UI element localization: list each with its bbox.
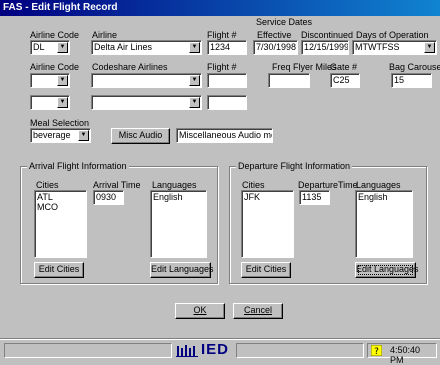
airline-select[interactable]: Delta Air Lines ▼ (91, 40, 202, 55)
departure-cities-list[interactable]: JFK (241, 190, 294, 258)
help-icon: ? (370, 344, 383, 357)
arrival-edit-languages-button[interactable]: Edit Languages (150, 262, 214, 278)
meal-value: beverage (33, 130, 71, 140)
svg-text:?: ? (374, 347, 379, 356)
departure-languages-label: Languages (356, 180, 401, 190)
status-panel-middle (236, 343, 364, 358)
service-dates-label: Service Dates (256, 17, 313, 27)
bag-carousel-label: Bag Carousel (389, 62, 440, 72)
discontinued-label: Discontinued (301, 30, 354, 40)
meal-select[interactable]: beverage ▼ (30, 128, 91, 143)
cancel-label: Cancel (243, 305, 272, 315)
days-of-operation-label: Days of Operation (356, 30, 429, 40)
chevron-down-icon[interactable]: ▼ (57, 75, 68, 86)
list-item[interactable]: English (153, 192, 204, 202)
codeshare-airline-select-1[interactable]: ▼ (91, 73, 202, 88)
window-title: FAS - Edit Flight Record (0, 0, 440, 16)
chevron-down-icon[interactable]: ▼ (189, 75, 200, 86)
arrival-time-input[interactable]: 0930 (93, 190, 124, 205)
meal-selection-label: Meal Selection (30, 118, 90, 128)
departure-edit-languages-button[interactable]: Edit Languages (355, 262, 419, 278)
airline-code-select[interactable]: DL ▼ (30, 40, 70, 55)
departure-edit-cities-button[interactable]: Edit Cities (241, 262, 291, 278)
misc-audio-button[interactable]: Misc Audio (111, 128, 170, 144)
codeshare-airline-code-label: Airline Code (30, 62, 80, 72)
logo-mark-icon (176, 343, 198, 358)
status-bar: IED ? 4:50:40 PM (0, 339, 440, 365)
chevron-down-icon[interactable]: ▼ (78, 130, 89, 141)
status-clock: 4:50:40 PM (390, 345, 421, 365)
codeshare-airline-code-select-2[interactable]: ▼ (30, 95, 70, 110)
codeshare-airlines-label: Codeshare Airlines (92, 62, 168, 72)
chevron-down-icon[interactable]: ▼ (57, 42, 68, 53)
codeshare-flight-input-2[interactable] (207, 95, 247, 110)
arrival-languages-label: Languages (152, 180, 197, 190)
effective-date-input[interactable]: 7/30/1998 (253, 40, 298, 55)
departure-cities-label: Cities (242, 180, 265, 190)
days-value: MTWTFSS (355, 42, 400, 52)
ok-button[interactable]: OK (175, 303, 225, 319)
list-item[interactable]: MCO (37, 202, 84, 212)
chevron-down-icon[interactable]: ▼ (424, 42, 435, 53)
codeshare-airline-code-select-1[interactable]: ▼ (30, 73, 70, 88)
arrival-time-label: Arrival Time (93, 180, 141, 190)
arrival-edit-cities-button[interactable]: Edit Cities (34, 262, 84, 278)
cancel-button[interactable]: Cancel (233, 303, 283, 319)
airline-code-value: DL (33, 42, 45, 52)
days-of-operation-select[interactable]: MTWTFSS ▼ (352, 40, 437, 55)
list-item[interactable]: English (358, 192, 410, 202)
departure-time-input[interactable]: 1135 (299, 190, 330, 205)
departure-time-label: DepartureTime (298, 180, 358, 190)
codeshare-airline-select-2[interactable]: ▼ (91, 95, 202, 110)
codeshare-flight-input-1[interactable] (207, 73, 247, 88)
arrival-cities-label: Cities (36, 180, 59, 190)
logo-text: IED (201, 341, 230, 358)
status-panel-left (4, 343, 172, 358)
freq-flyer-label: Freq Flyer Miles (272, 62, 337, 72)
status-panel-clock: ? 4:50:40 PM (367, 343, 437, 365)
arrival-cities-list[interactable]: ATL MCO (34, 190, 87, 258)
misc-audio-input[interactable]: Miscellaneous Audio messa (176, 128, 273, 143)
arrival-languages-list[interactable]: English (150, 190, 207, 258)
list-item[interactable]: JFK (244, 192, 291, 202)
freq-flyer-input[interactable] (268, 73, 310, 88)
chevron-down-icon[interactable]: ▼ (189, 42, 200, 53)
gate-label: Gate # (330, 62, 358, 72)
chevron-down-icon[interactable]: ▼ (57, 97, 68, 108)
list-item[interactable]: ATL (37, 192, 84, 202)
flight-no-label: Flight # (207, 30, 237, 40)
airline-code-label: Airline Code (30, 30, 80, 40)
departure-group-title: Departure Flight Information (236, 161, 353, 171)
bag-carousel-input[interactable]: 15 (391, 73, 432, 88)
airline-value: Delta Air Lines (94, 42, 153, 52)
flight-no-input[interactable]: 1234 (207, 40, 247, 55)
departure-languages-list[interactable]: English (355, 190, 413, 258)
arrival-group-title: Arrival Flight Information (27, 161, 129, 171)
ok-label: OK (193, 305, 207, 315)
discontinued-date-input[interactable]: 12/15/1999 (301, 40, 349, 55)
airline-label: Airline (92, 30, 118, 40)
codeshare-flight-label: Flight # (207, 62, 237, 72)
effective-label: Effective (257, 30, 292, 40)
chevron-down-icon[interactable]: ▼ (189, 97, 200, 108)
gate-input[interactable]: C25 (330, 73, 360, 88)
